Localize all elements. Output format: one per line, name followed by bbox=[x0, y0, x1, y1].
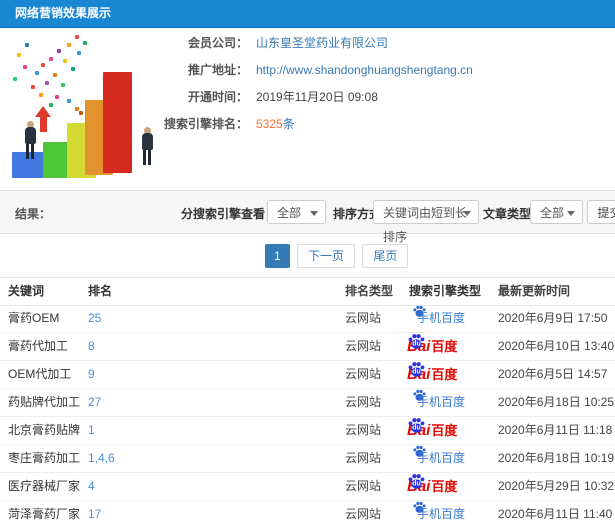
keyword-cell: 北京膏药贴牌 bbox=[8, 423, 81, 437]
update-time-cell: 2020年6月10日 13:40 bbox=[498, 339, 615, 353]
table-row: 膏药OEM 25 云网站 手机百度 2020年6月9日 17:50 bbox=[0, 305, 615, 333]
table-row: 菏泽膏药厂家 17 云网站 手机百度 2020年6月11日 11:40 bbox=[0, 501, 615, 520]
mobile-baidu-label: 手机百度 bbox=[417, 451, 466, 465]
keyword-table-body: 膏药OEM 25 云网站 手机百度 2020年6月9日 17:50 膏药代加工 … bbox=[0, 305, 615, 520]
open-time-value: 2019年11月20日 09:08 bbox=[256, 90, 378, 104]
table-row: OEM代加工 9 云网站 Baidu百度 2020年6月5日 14:57 bbox=[0, 361, 615, 389]
rank-count: 5325 bbox=[256, 117, 283, 131]
update-time-cell: 2020年6月11日 11:18 bbox=[498, 423, 613, 437]
baidu-logo: Baidu百度 bbox=[405, 333, 457, 360]
result-label: 结果： bbox=[15, 207, 52, 221]
engine-filter-select[interactable]: 全部 bbox=[267, 200, 326, 224]
table-row: 膏药代加工 8 云网站 Baidu百度 2020年6月10日 13:40 bbox=[0, 333, 615, 361]
rank-type-cell: 云网站 bbox=[345, 479, 382, 493]
submit-button[interactable]: 提交 bbox=[587, 200, 615, 224]
baidu-logo: Baidu百度 bbox=[405, 417, 457, 444]
table-row: 枣庄膏药加工 1,4,6 云网站 手机百度 2020年6月18日 10:19 bbox=[0, 445, 615, 473]
engine-rank-label: 搜索引擎排名： bbox=[163, 117, 248, 131]
page-header: 网络营销效果展示 bbox=[0, 0, 615, 28]
chevron-down-icon bbox=[463, 211, 471, 216]
col-rank-type: 排名类型 bbox=[345, 284, 394, 298]
mobile-baidu-label: 手机百度 bbox=[417, 311, 466, 325]
rank-link[interactable]: 1,4,6 bbox=[88, 445, 115, 472]
engine-filter-value: 全部 bbox=[277, 206, 302, 220]
baidu-paw-icon: du bbox=[408, 333, 425, 350]
mobile-baidu-badge: 手机百度 bbox=[405, 389, 465, 416]
table-header: 关键词 排名 排名类型 搜索引擎类型 最新更新时间 bbox=[0, 277, 615, 306]
table-row: 北京膏药贴牌 1 云网站 Baidu百度 2020年6月11日 11:18 bbox=[0, 417, 615, 445]
businessman-figure-right bbox=[139, 127, 155, 165]
page-title: 网络营销效果展示 bbox=[15, 6, 112, 20]
article-type-select[interactable]: 全部 bbox=[530, 200, 583, 224]
mobile-baidu-label: 手机百度 bbox=[417, 395, 466, 409]
keyword-cell: 膏药代加工 bbox=[8, 339, 69, 353]
rank-type-cell: 云网站 bbox=[345, 507, 382, 520]
engine-filter-label: 分搜索引擎查看 bbox=[181, 207, 266, 221]
rank-link[interactable]: 8 bbox=[88, 333, 95, 360]
confetti-decoration bbox=[5, 33, 9, 37]
article-type-value: 全部 bbox=[540, 206, 565, 220]
col-keyword: 关键词 bbox=[8, 284, 45, 298]
chevron-down-icon bbox=[310, 211, 318, 216]
rank-suffix: 条 bbox=[282, 117, 295, 131]
filter-bar: 结果： 分搜索引擎查看 全部 排序方式 关键词由短到长排序 文章类型 全部 提交 bbox=[0, 190, 615, 244]
rank-type-cell: 云网站 bbox=[345, 395, 382, 409]
baidu-logo: Baidu百度 bbox=[405, 473, 457, 500]
mobile-baidu-badge: 手机百度 bbox=[405, 445, 465, 472]
keyword-cell: 菏泽膏药厂家 bbox=[8, 507, 81, 520]
article-type-label: 文章类型 bbox=[483, 207, 532, 221]
last-page-button[interactable]: 尾页 bbox=[362, 244, 409, 268]
mobile-baidu-badge: 手机百度 bbox=[405, 305, 465, 332]
member-company-label: 会员公司： bbox=[187, 36, 248, 50]
table-row: 药贴牌代加工 27 云网站 手机百度 2020年6月18日 10:25 bbox=[0, 389, 615, 417]
sort-select[interactable]: 关键词由短到长排序 bbox=[373, 200, 479, 244]
member-company-link[interactable]: 山东皇圣堂药业有限公司 bbox=[256, 36, 388, 51]
keyword-cell: 药贴牌代加工 bbox=[8, 395, 81, 409]
update-time-cell: 2020年6月5日 14:57 bbox=[498, 367, 608, 381]
chevron-down-icon bbox=[567, 211, 575, 216]
promo-url-label: 推广地址： bbox=[187, 63, 248, 77]
page-1-button[interactable]: 1 bbox=[265, 244, 290, 268]
rank-link[interactable]: 1 bbox=[88, 417, 95, 444]
col-rank: 排名 bbox=[88, 284, 113, 298]
promo-url-link[interactable]: http://www.shandonghuangshengtang.cn bbox=[256, 63, 473, 78]
sort-value: 关键词由短到长排序 bbox=[383, 206, 468, 244]
table-row: 医疗器械厂家 4 云网站 Baidu百度 2020年5月29日 10:32 bbox=[0, 473, 615, 501]
rank-link[interactable]: 27 bbox=[88, 389, 101, 416]
update-time-cell: 2020年6月9日 17:50 bbox=[498, 311, 608, 325]
keyword-cell: 膏药OEM bbox=[8, 311, 60, 325]
mobile-baidu-badge: 手机百度 bbox=[405, 501, 465, 520]
baidu-logo: Baidu百度 bbox=[405, 361, 457, 388]
pagination: 1 下一页 尾页 bbox=[265, 244, 412, 268]
rank-link[interactable]: 9 bbox=[88, 361, 95, 388]
keyword-cell: OEM代加工 bbox=[8, 367, 72, 381]
baidu-paw-icon: du bbox=[408, 361, 425, 378]
update-time-cell: 2020年5月29日 10:32 bbox=[498, 479, 615, 493]
rank-type-cell: 云网站 bbox=[345, 311, 382, 325]
baidu-paw-icon: du bbox=[408, 417, 425, 434]
rank-type-cell: 云网站 bbox=[345, 423, 382, 437]
keyword-cell: 医疗器械厂家 bbox=[8, 479, 81, 493]
col-update-time: 最新更新时间 bbox=[498, 284, 571, 298]
marketing-report-page: 网络营销效果展示 会员公司： 山东皇圣堂药业有限公司 推广地址： http://… bbox=[0, 0, 615, 520]
engine-rank-value: 5325条 bbox=[256, 117, 295, 132]
update-time-cell: 2020年6月18日 10:25 bbox=[498, 395, 615, 409]
businessman-figure-left bbox=[22, 121, 38, 159]
rank-link[interactable]: 25 bbox=[88, 305, 101, 332]
baidu-paw-icon: du bbox=[408, 473, 425, 490]
rank-link[interactable]: 4 bbox=[88, 473, 95, 500]
rank-type-cell: 云网站 bbox=[345, 451, 382, 465]
bar-chart-illustration bbox=[5, 33, 187, 185]
rank-type-cell: 云网站 bbox=[345, 367, 382, 381]
next-page-button[interactable]: 下一页 bbox=[297, 244, 356, 268]
update-time-cell: 2020年6月18日 10:19 bbox=[498, 451, 615, 465]
rank-type-cell: 云网站 bbox=[345, 339, 382, 353]
col-engine-type: 搜索引擎类型 bbox=[409, 284, 482, 298]
keyword-cell: 枣庄膏药加工 bbox=[8, 451, 81, 465]
rank-link[interactable]: 17 bbox=[88, 501, 101, 520]
update-time-cell: 2020年6月11日 11:40 bbox=[498, 507, 613, 520]
mobile-baidu-label: 手机百度 bbox=[417, 507, 466, 520]
open-time-label: 开通时间： bbox=[187, 90, 248, 104]
